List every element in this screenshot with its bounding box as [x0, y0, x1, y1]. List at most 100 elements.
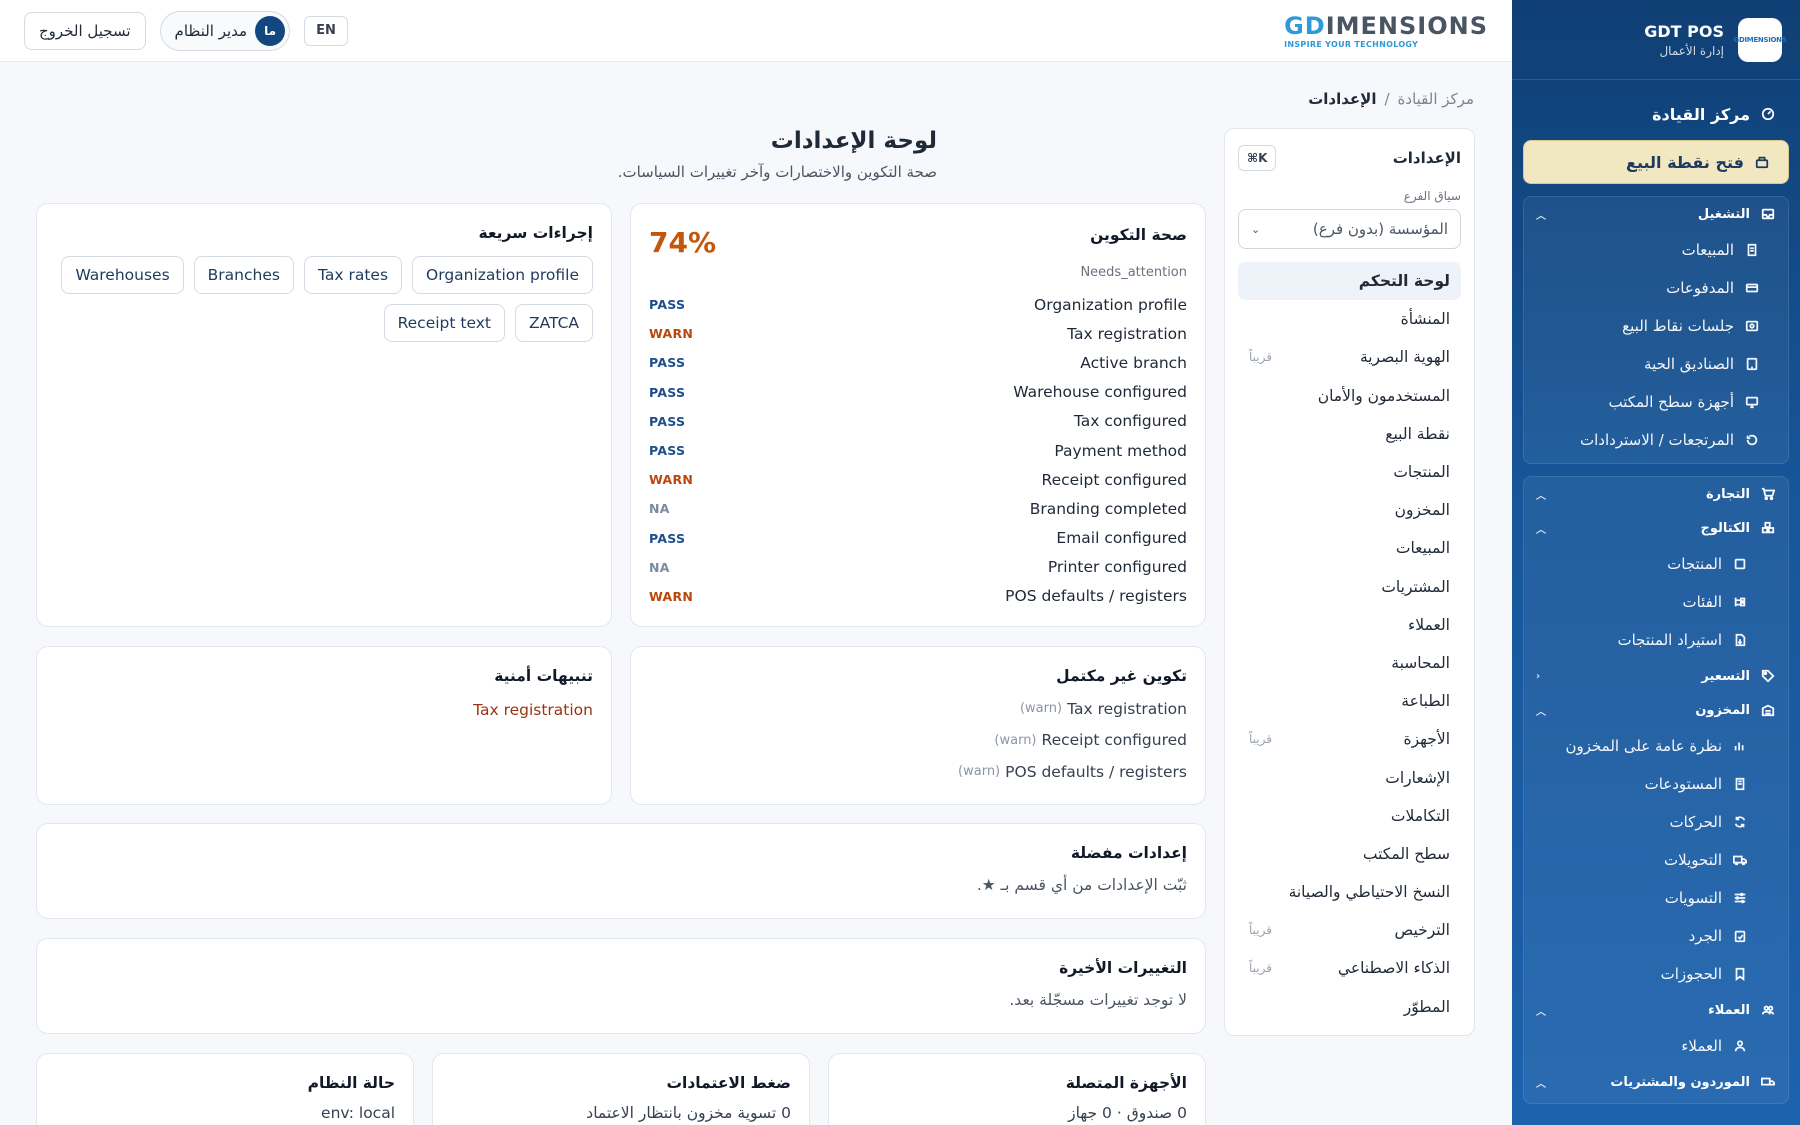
nav-command-center[interactable]: مركز القيادة	[1512, 92, 1800, 136]
command-palette-shortcut[interactable]: ⌘K	[1238, 145, 1277, 171]
quick-action-button[interactable]: ZATCA	[514, 304, 593, 342]
system-status-title: حالة النظام	[307, 1074, 395, 1092]
breadcrumb-root[interactable]: مركز القيادة	[1398, 90, 1474, 108]
quick-action-button[interactable]: Receipt text	[383, 304, 505, 342]
settings-nav-item[interactable]: المبيعات	[1238, 529, 1461, 567]
sidebar-item-warehouses[interactable]: المستودعات	[1524, 765, 1788, 803]
open-pos-label: فتح نقطة البيع	[1626, 152, 1744, 172]
sidebar-item-customers[interactable]: العملاء	[1524, 1027, 1788, 1065]
health-check-row: NA Printer configured	[649, 553, 1187, 582]
nav-subgroup-catalog[interactable]: الكتالوج ︿	[1524, 511, 1788, 545]
sidebar-item-live-registers[interactable]: الصناديق الحية	[1524, 345, 1788, 383]
company-logo: GDIMENSIONS INSPIRE YOUR TECHNOLOGY	[1284, 12, 1488, 49]
sidebar-item-returns[interactable]: المرتجعات / الاستردادات	[1524, 421, 1788, 459]
file-import-icon	[1732, 632, 1748, 648]
settings-nav-item[interactable]: التكاملات	[1238, 797, 1461, 835]
settings-nav-item[interactable]: النسخ الاحتياطي والصيانة	[1238, 873, 1461, 911]
settings-nav-item[interactable]: المستخدمون والأمان	[1238, 377, 1461, 415]
settings-nav-item[interactable]: الأجهزة قريباً	[1238, 720, 1461, 758]
item-label: المستودعات	[1644, 775, 1722, 793]
settings-nav-item[interactable]: المشتريات	[1238, 568, 1461, 606]
recent-changes-title: التغييرات الأخيرة	[1059, 959, 1187, 977]
health-check-row: PASS Active branch	[649, 348, 1187, 377]
quick-action-button[interactable]: Branches	[193, 256, 294, 294]
sidebar-item-reservations[interactable]: الحجوزات	[1524, 955, 1788, 993]
settings-nav-item-label: المستخدمون والأمان	[1317, 386, 1450, 405]
settings-nav-item[interactable]: المخزون	[1238, 491, 1461, 529]
sidebar-item-products[interactable]: المنتجات	[1524, 545, 1788, 583]
warn-tag: (warn)	[958, 764, 1001, 780]
sidebar-item-sales[interactable]: المبيعات	[1524, 231, 1788, 269]
nav-group-commerce-header[interactable]: التجارة ︿	[1524, 477, 1788, 511]
warn-tag: (warn)	[1019, 701, 1063, 717]
settings-nav-item[interactable]: الترخيص قريباً	[1238, 911, 1461, 949]
package-icon	[1732, 556, 1748, 572]
brand-logo: GDIMENSIONS	[1734, 17, 1787, 62]
brand-header[interactable]: GDIMENSIONS GDT POS إدارة الأعمال	[1512, 0, 1800, 80]
item-label: المنتجات	[1667, 555, 1722, 573]
settings-nav-item-label: الذكاء الاصطناعي	[1337, 959, 1450, 978]
settings-nav-item[interactable]: المحاسبة	[1238, 644, 1461, 682]
settings-nav-item[interactable]: نقطة البيع	[1238, 415, 1461, 453]
quick-action-button[interactable]: Organization profile	[412, 256, 593, 294]
security-alert-item[interactable]: Tax registration	[55, 701, 593, 719]
incomplete-config-item[interactable]: POS defaults / registers (warn)	[649, 756, 1187, 788]
sidebar-item-import-products[interactable]: استيراد المنتجات	[1524, 621, 1788, 659]
settings-nav-item[interactable]: الإشعارات	[1238, 758, 1461, 796]
item-label: الفئات	[1682, 593, 1722, 611]
nav-subgroup-pricing[interactable]: التسعير ‹	[1524, 659, 1788, 693]
quick-action-button[interactable]: Tax rates	[303, 256, 403, 294]
settings-nav-item[interactable]: العملاء	[1238, 606, 1461, 644]
settings-nav-title: الإعدادات	[1392, 149, 1461, 167]
branch-context-select[interactable]: المؤسسة (بدون فرع) ⌄	[1238, 209, 1461, 249]
nav-subgroup-suppliers[interactable]: الموردون والمشتريات ︿	[1524, 1065, 1788, 1099]
quick-action-button[interactable]: Warehouses	[61, 256, 184, 294]
sidebar-item-movements[interactable]: الحركات	[1524, 803, 1788, 841]
chevron-up-icon: ︿	[1536, 1006, 1546, 1018]
sidebar-item-stocktake[interactable]: الجرد	[1524, 917, 1788, 955]
nav-group-operations-header[interactable]: التشغيل ︿	[1524, 197, 1788, 231]
settings-nav-item-label: التكاملات	[1390, 806, 1450, 825]
sidebar-item-pos-sessions[interactable]: جلسات نقاط البيع	[1524, 307, 1788, 345]
nav-subgroup-inventory[interactable]: المخزون ︿	[1524, 693, 1788, 727]
sidebar-item-transfers[interactable]: التحويلات	[1524, 841, 1788, 879]
chevron-up-icon: ︿	[1536, 706, 1546, 718]
settings-nav-item[interactable]: سطح المكتب	[1238, 835, 1461, 873]
settings-nav-item[interactable]: المنتجات	[1238, 453, 1461, 491]
incomplete-config-item[interactable]: Receipt configured (warn)	[649, 725, 1187, 757]
language-toggle-button[interactable]: EN	[304, 15, 348, 46]
branch-context-value: المؤسسة (بدون فرع)	[1312, 220, 1448, 238]
nav-group-commerce: التجارة ︿ الكتالوج ︿ المنتجات الفئات است…	[1523, 476, 1789, 1104]
settings-nav-item-label: العملاء	[1407, 615, 1450, 634]
health-check-row: PASS Tax configured	[649, 407, 1187, 436]
sidebar-item-categories[interactable]: الفئات	[1524, 583, 1788, 621]
user-menu[interactable]: مدير النظام ما	[159, 10, 291, 51]
settings-nav-item[interactable]: المنشأة	[1238, 300, 1461, 338]
sidebar-item-inventory-overview[interactable]: نظرة عامة على المخزون	[1524, 727, 1788, 765]
settings-nav-item[interactable]: الهوية البصرية قريباً	[1238, 338, 1461, 376]
bar-chart-icon	[1732, 738, 1748, 754]
subgroup-title: التسعير	[1701, 668, 1750, 684]
connected-devices-title: الأجهزة المتصلة	[1065, 1074, 1187, 1092]
health-check-row: PASS Warehouse configured	[649, 378, 1187, 407]
sidebar-item-desktop-devices[interactable]: أجهزة سطح المكتب	[1524, 383, 1788, 421]
settings-nav-item-label: المخزون	[1394, 501, 1450, 520]
chevron-up-icon: ︿	[1536, 490, 1546, 502]
health-check-label: Tax configured	[1073, 412, 1187, 431]
incomplete-config-item[interactable]: Tax registration (warn)	[649, 693, 1187, 725]
sidebar-item-adjustments[interactable]: التسويات	[1524, 879, 1788, 917]
health-check-label: Active branch	[1080, 353, 1187, 372]
health-check-row: WARN Tax registration	[649, 319, 1187, 348]
health-check-row: PASS Organization profile	[649, 290, 1187, 319]
nav-subgroup-customers[interactable]: العملاء ︿	[1524, 993, 1788, 1027]
sidebar-item-payments[interactable]: المدفوعات	[1524, 269, 1788, 307]
settings-nav-item[interactable]: المطوّر	[1238, 988, 1461, 1026]
settings-nav-item[interactable]: الطباعة	[1238, 682, 1461, 720]
health-check-status: WARN	[649, 588, 694, 604]
settings-nav-item-label: المبيعات	[1395, 539, 1450, 558]
health-check-row: NA Branding completed	[649, 494, 1187, 523]
logout-button[interactable]: تسجيل الخروج	[24, 11, 146, 50]
settings-nav-item[interactable]: لوحة التحكم	[1238, 262, 1461, 301]
settings-nav-item[interactable]: الذكاء الاصطناعي قريباً	[1238, 949, 1461, 987]
open-pos-button[interactable]: فتح نقطة البيع	[1523, 140, 1789, 184]
